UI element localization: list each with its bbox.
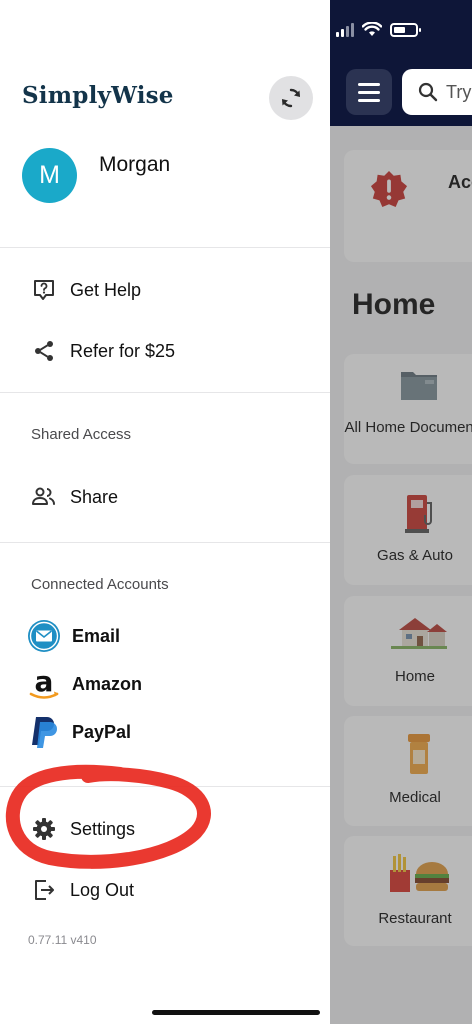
sync-button[interactable]: [269, 76, 313, 120]
svg-text:a: a: [35, 666, 54, 698]
nav-label: Share: [70, 486, 119, 507]
divider: [0, 392, 330, 393]
nav-item-share[interactable]: Share: [0, 474, 330, 520]
nav-item-logout[interactable]: Log Out: [0, 867, 330, 913]
nav-item-settings[interactable]: Settings: [0, 806, 330, 852]
nav-label: Refer for $25: [70, 340, 176, 361]
user-name: Morgan: [99, 153, 171, 176]
nav-item-refer[interactable]: Refer for $25: [0, 328, 330, 374]
hamburger-menu-button[interactable]: [346, 69, 392, 115]
wifi-icon: [362, 22, 382, 36]
account-label: PayPal: [72, 721, 132, 742]
nav-label: Settings: [70, 818, 136, 839]
section-title-shared-access: Shared Access: [31, 426, 132, 443]
search-placeholder: Try: [446, 81, 472, 102]
app-version: 0.77.11 v410: [28, 933, 97, 947]
background-app: Try Acc Home All Home Documents Gas & Au…: [330, 0, 472, 1024]
navigation-drawer: SimplyWise M Morgan Get Help Refer for $…: [0, 0, 330, 1024]
dim-overlay[interactable]: [330, 126, 472, 1024]
help-question-icon: [31, 277, 57, 303]
logout-icon: [31, 877, 57, 903]
paypal-icon: [27, 715, 61, 749]
account-label: Amazon: [72, 673, 143, 694]
home-indicator[interactable]: [152, 1010, 320, 1015]
people-icon: [31, 484, 57, 510]
background-top-bar: Try: [330, 0, 472, 126]
account-label: Email: [72, 625, 121, 646]
status-bar: [336, 22, 421, 37]
avatar[interactable]: M: [22, 148, 77, 203]
share-icon: [31, 338, 57, 364]
amazon-icon: a: [27, 666, 61, 701]
divider: [0, 247, 330, 248]
nav-label: Log Out: [70, 879, 135, 900]
divider: [0, 542, 330, 543]
account-item-amazon[interactable]: a Amazon: [0, 664, 330, 704]
search-input[interactable]: Try: [402, 69, 472, 115]
section-title-connected-accounts: Connected Accounts: [31, 576, 169, 593]
divider: [0, 786, 330, 787]
cellular-signal-icon: [336, 22, 354, 37]
brand-logo: SimplyWise: [22, 82, 174, 109]
gear-icon: [31, 816, 57, 842]
account-item-paypal[interactable]: PayPal: [0, 712, 330, 752]
email-icon: [27, 619, 61, 653]
account-item-email[interactable]: Email: [0, 616, 330, 656]
battery-icon: [390, 22, 421, 37]
nav-item-get-help[interactable]: Get Help: [0, 267, 330, 313]
sync-icon: [282, 88, 300, 108]
search-icon: [418, 82, 438, 102]
nav-label: Get Help: [70, 279, 142, 300]
